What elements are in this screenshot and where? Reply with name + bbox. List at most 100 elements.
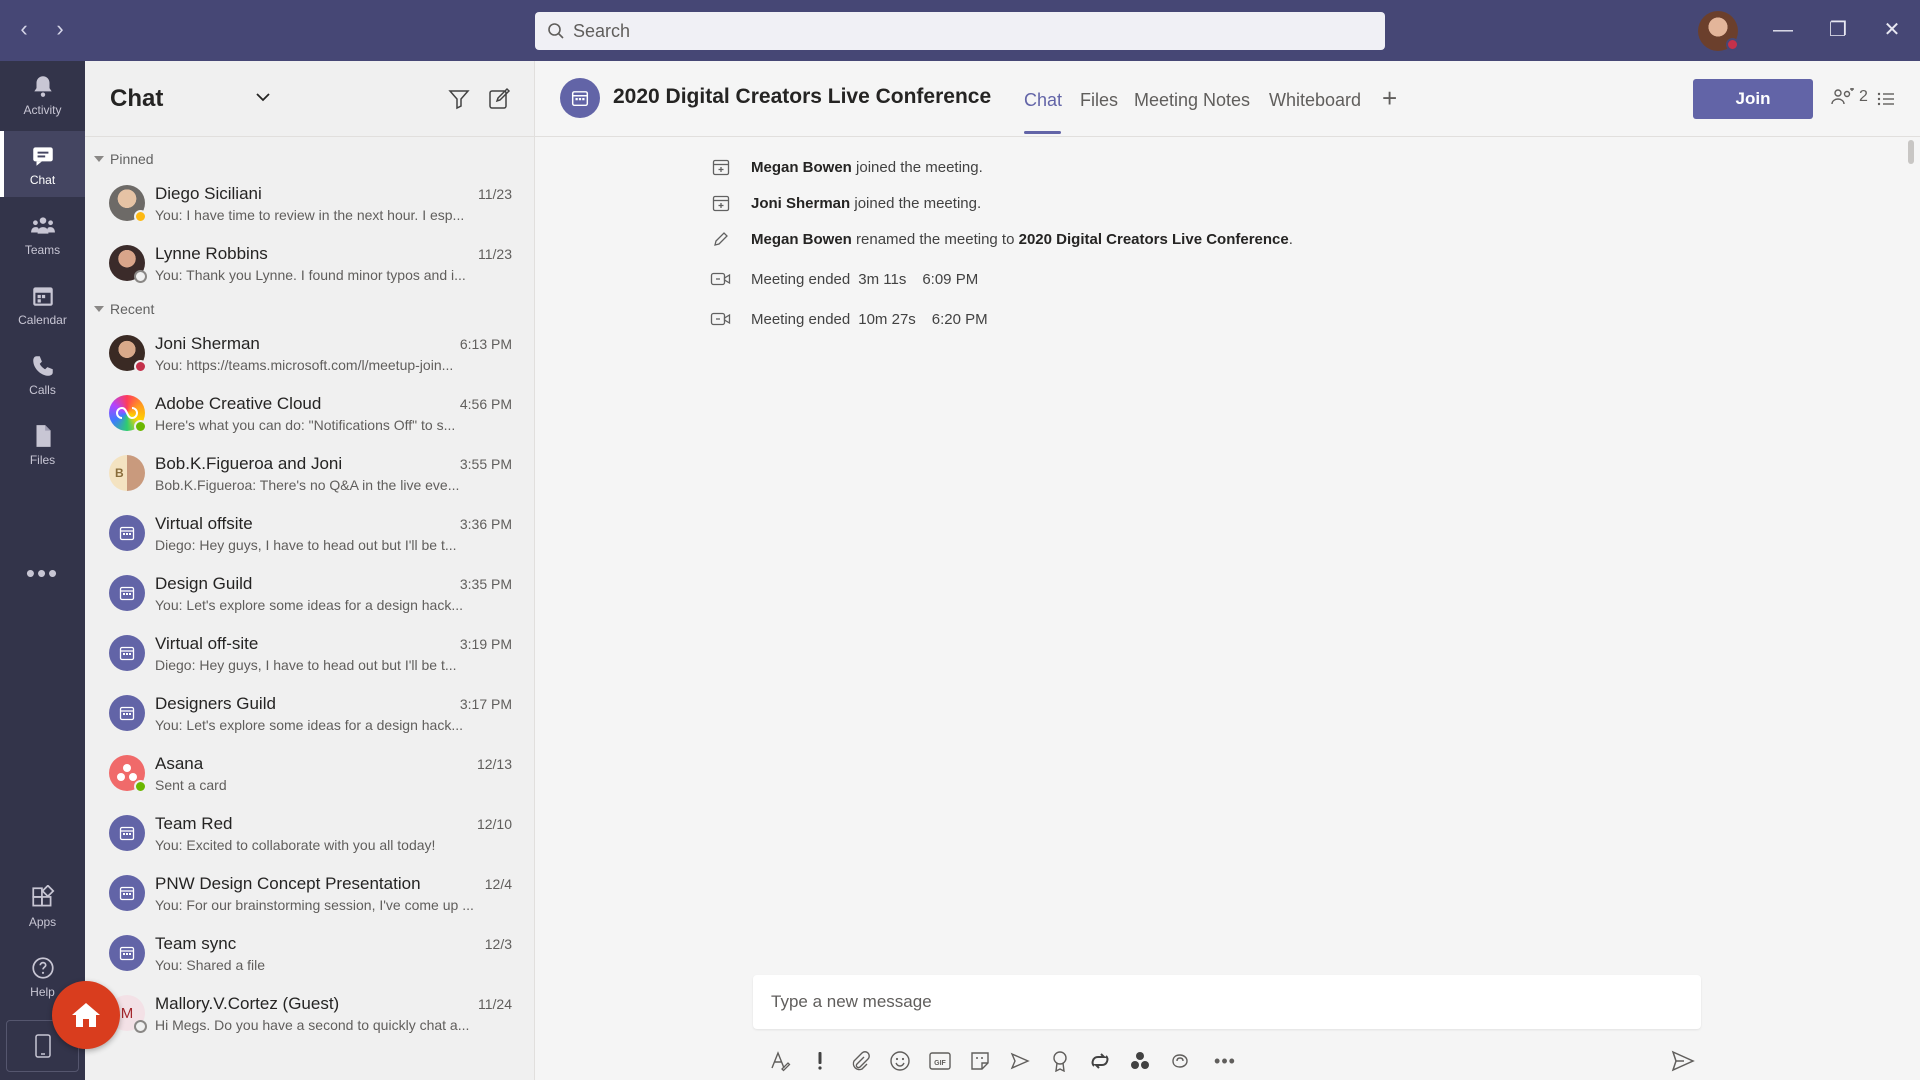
chat-item-virtual-off-site[interactable]: Virtual off-site 3:19 PM Diego: Hey guys… <box>85 623 534 683</box>
title-bar: ‹ › Search — ❐ ✕ <box>0 0 1920 61</box>
rail-item-calendar[interactable]: Calendar <box>0 271 85 337</box>
recent-section-label[interactable]: Recent <box>85 295 534 323</box>
event-actor: Megan Bowen <box>751 230 852 248</box>
pinned-section-label[interactable]: Pinned <box>85 145 534 173</box>
chat-list-panel: Chat Pinned Diego Siciliani 11/23 You: I… <box>85 61 535 1080</box>
chat-item-team-sync[interactable]: Team sync 12/3 You: Shared a file <box>85 923 534 983</box>
rail-item-teams[interactable]: Teams <box>0 201 85 267</box>
meet-now-icon[interactable] <box>1007 1048 1033 1074</box>
sticker-icon[interactable] <box>967 1048 993 1074</box>
chat-preview: Diego: Hey guys, I have to head out but … <box>155 657 457 673</box>
chat-time: 11/23 <box>478 186 512 202</box>
meeting-avatar <box>560 78 600 118</box>
rail-item-apps[interactable]: Apps <box>0 873 85 939</box>
gif-icon[interactable]: GIF <box>927 1048 953 1074</box>
chat-preview: Hi Megs. Do you have a second to quickly… <box>155 1017 470 1033</box>
chat-time: 12/13 <box>476 756 512 772</box>
chat-item-pnw-design-concept-presentation[interactable]: PNW Design Concept Presentation 12/4 You… <box>85 863 534 923</box>
close-button[interactable]: ✕ <box>1880 18 1904 42</box>
loop-icon[interactable] <box>1087 1048 1113 1074</box>
viva-icon[interactable] <box>1167 1048 1193 1074</box>
search-icon <box>548 23 564 39</box>
rail-item-activity[interactable]: Activity <box>0 61 85 127</box>
chat-item-mallory-cortez[interactable]: M Mallory.V.Cortez (Guest) 11/24 Hi Megs… <box>85 983 534 1043</box>
forward-arrow-icon[interactable]: › <box>49 18 71 40</box>
presence-offline-indicator <box>134 270 147 283</box>
participant-count: 2 <box>1859 88 1868 105</box>
chat-name: Mallory.V.Cortez (Guest) <box>155 994 340 1013</box>
event-duration: 3m 11s <box>858 270 907 288</box>
rail-item-calls[interactable]: Calls <box>0 341 85 407</box>
chat-item-lynne-robbins[interactable]: Lynne Robbins 11/23 You: Thank you Lynne… <box>85 233 534 293</box>
important-icon[interactable] <box>807 1048 833 1074</box>
message-input[interactable] <box>753 975 1701 1029</box>
presence-available-indicator <box>134 780 147 793</box>
apps-icon[interactable] <box>1127 1048 1153 1074</box>
conversation-details-icon[interactable] <box>1876 89 1896 109</box>
calendar-join-icon <box>710 192 732 214</box>
minimize-button[interactable]: — <box>1771 18 1795 42</box>
join-button[interactable]: Join <box>1693 79 1813 119</box>
chat-item-team-red[interactable]: Team Red 12/10 You: Excited to collabora… <box>85 803 534 863</box>
calendar-join-icon <box>710 156 732 178</box>
chevron-down-icon[interactable] <box>255 89 271 105</box>
chat-item-joni-sherman[interactable]: Joni Sherman 6:13 PM You: https://teams.… <box>85 323 534 383</box>
tab-whiteboard[interactable]: Whiteboard <box>1269 90 1361 111</box>
chat-item-design-guild[interactable]: Design Guild 3:35 PM You: Let's explore … <box>85 563 534 623</box>
event-actor: Megan Bowen <box>751 158 852 176</box>
chat-preview: You: Let's explore some ideas for a desi… <box>155 717 464 733</box>
scrollbar-thumb[interactable] <box>1908 140 1914 164</box>
more-apps-icon[interactable]: ••• <box>0 558 85 589</box>
tab-chat[interactable]: Chat <box>1024 90 1062 111</box>
participants-button[interactable]: 2 <box>1831 88 1868 106</box>
chat-item-virtual-offsite[interactable]: Virtual offsite 3:36 PM Diego: Hey guys,… <box>85 503 534 563</box>
rail-label: Activity <box>23 103 62 117</box>
more-options-icon[interactable]: ••• <box>1207 1048 1243 1074</box>
send-icon[interactable] <box>1670 1048 1696 1074</box>
home-icon <box>72 1003 100 1027</box>
chat-item-bob-figueroa-and-joni[interactable]: B Bob.K.Figueroa and Joni 3:55 PM Bob.K.… <box>85 443 534 503</box>
presence-offline-indicator <box>134 1020 147 1033</box>
calendar-icon <box>119 706 135 721</box>
chat-item-designers-guild[interactable]: Designers Guild 3:17 PM You: Let's explo… <box>85 683 534 743</box>
presence-available-indicator <box>134 420 147 433</box>
rail-label: Files <box>29 453 56 467</box>
chat-preview: You: I have time to review in the next h… <box>155 207 465 223</box>
bell-icon <box>33 76 52 97</box>
rail-item-files[interactable]: Files <box>0 411 85 477</box>
search-box[interactable]: Search <box>535 12 1385 50</box>
home-button[interactable] <box>52 981 120 1049</box>
asana-icon <box>117 764 137 781</box>
chat-item-diego-siciliani[interactable]: Diego Siciliani 11/23 You: I have time t… <box>85 173 534 233</box>
format-icon[interactable] <box>767 1048 793 1074</box>
attach-icon[interactable] <box>847 1048 873 1074</box>
chat-item-asana[interactable]: Asana 12/13 Sent a card <box>85 743 534 803</box>
praise-icon[interactable] <box>1047 1048 1073 1074</box>
new-chat-icon[interactable] <box>487 87 511 111</box>
filter-icon[interactable] <box>447 87 471 111</box>
rail-label: Calendar <box>18 313 67 327</box>
meeting-avatar <box>109 695 145 731</box>
maximize-button[interactable]: ❐ <box>1826 18 1850 42</box>
event-label: Meeting ended <box>751 310 851 328</box>
tab-files[interactable]: Files <box>1080 90 1118 111</box>
chat-preview: Bob.K.Figueroa: There's no Q&A in the li… <box>155 477 460 493</box>
emoji-icon[interactable] <box>887 1048 913 1074</box>
event-item: Meeting ended 10m 27s 6:20 PM <box>710 307 988 331</box>
add-tab-icon[interactable]: + <box>1382 83 1397 114</box>
meeting-avatar <box>109 515 145 551</box>
chat-list-title[interactable]: Chat <box>110 85 163 113</box>
teams-icon <box>30 217 55 234</box>
collapse-caret-icon <box>94 156 104 162</box>
rail-item-chat[interactable]: Chat <box>0 131 85 197</box>
tab-meeting-notes[interactable]: Meeting Notes <box>1134 90 1250 111</box>
back-arrow-icon[interactable]: ‹ <box>13 18 35 40</box>
calendar-icon <box>119 826 135 841</box>
event-item: Meeting ended 3m 11s 6:09 PM <box>710 267 978 291</box>
apps-icon <box>31 885 54 907</box>
collapse-caret-icon <box>94 306 104 312</box>
message-composer <box>753 975 1701 1029</box>
chat-preview: Diego: Hey guys, I have to head out but … <box>155 537 457 553</box>
conversation-header: 2020 Digital Creators Live Conference Ch… <box>535 61 1920 137</box>
chat-item-adobe-creative-cloud[interactable]: Adobe Creative Cloud 4:56 PM Here's what… <box>85 383 534 443</box>
